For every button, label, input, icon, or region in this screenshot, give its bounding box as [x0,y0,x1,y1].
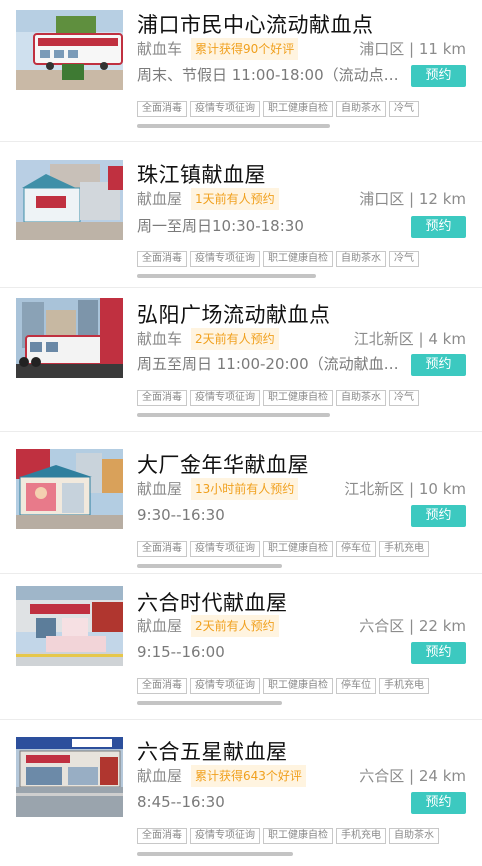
site-meta-row: 献血屋 累计获得643个好评 六合区 | 24 km [137,764,466,788]
location-distance: 江北新区 | 4 km [353,330,466,348]
site-kind: 献血车 [137,40,183,58]
status-badge: 13小时前有人预约 [191,478,299,500]
site-meta-row: 献血车 累计获得90个好评 浦口区 | 11 km [137,37,466,61]
site-card[interactable]: 大厂金年华献血屋 献血屋 13小时前有人预约 江北新区 | 10 km 9:30… [0,432,482,574]
feature-tags: 全面消毒 疫情专项征询 职工健康自检 手机充电 自助茶水 [137,828,452,844]
feature-tag: 职工健康自检 [263,541,333,557]
site-kind: 献血屋 [137,767,183,785]
book-button[interactable]: 预约 [411,216,466,238]
opening-hours: 周一至周日10:30-18:30 [137,217,304,235]
site-card[interactable]: 六合五星献血屋 献血屋 累计获得643个好评 六合区 | 24 km 8:45-… [0,720,482,866]
location-distance: 六合区 | 22 km [359,617,466,635]
feature-tag: 职工健康自检 [263,828,333,844]
status-badge: 2天前有人预约 [191,328,279,350]
site-title[interactable]: 六合时代献血屋 [137,587,288,617]
feature-tag: 疫情专项征询 [190,390,260,406]
tags-scrollbar[interactable] [137,274,316,278]
opening-hours: 8:45--16:30 [137,793,225,811]
feature-tag: 职工健康自检 [263,390,333,406]
site-meta-row: 献血屋 2天前有人预约 六合区 | 22 km [137,614,466,638]
feature-tag: 冷气 [389,101,419,117]
feature-tag: 疫情专项征询 [190,251,260,267]
feature-tag: 疫情专项征询 [190,678,260,694]
location-distance: 六合区 | 24 km [359,767,466,785]
tags-scrollbar[interactable] [137,701,282,705]
feature-tag: 停车位 [336,541,376,557]
feature-tag: 自助茶水 [336,251,386,267]
feature-tag: 手机充电 [379,541,429,557]
site-kind: 献血屋 [137,480,183,498]
site-kind: 献血车 [137,330,183,348]
feature-tag: 职工健康自检 [263,678,333,694]
feature-tag: 手机充电 [336,828,386,844]
location-distance: 江北新区 | 10 km [344,480,466,498]
site-title[interactable]: 珠江镇献血屋 [137,159,266,189]
site-photo [16,737,123,817]
feature-tag: 疫情专项征询 [190,828,260,844]
feature-tag: 自助茶水 [389,828,439,844]
book-button[interactable]: 预约 [411,642,466,664]
feature-tag: 全面消毒 [137,828,187,844]
site-card[interactable]: 六合时代献血屋 献血屋 2天前有人预约 六合区 | 22 km 9:15--16… [0,574,482,720]
site-kind: 献血屋 [137,617,183,635]
location-distance: 浦口区 | 11 km [359,40,466,58]
feature-tag: 全面消毒 [137,678,187,694]
tags-scrollbar[interactable] [137,852,293,856]
feature-tag: 全面消毒 [137,390,187,406]
book-button[interactable]: 预约 [411,792,466,814]
status-badge: 累计获得643个好评 [191,765,306,787]
site-card[interactable]: 浦口市民中心流动献血点 献血车 累计获得90个好评 浦口区 | 11 km 周末… [0,0,482,142]
feature-tag: 职工健康自检 [263,251,333,267]
feature-tag: 冷气 [389,251,419,267]
tags-scrollbar[interactable] [137,124,330,128]
site-title[interactable]: 六合五星献血屋 [137,736,288,766]
feature-tag: 疫情专项征询 [190,541,260,557]
feature-tag: 疫情专项征询 [190,101,260,117]
tags-scrollbar[interactable] [137,564,282,568]
site-photo [16,10,123,90]
location-distance: 浦口区 | 12 km [359,190,466,208]
site-kind: 献血屋 [137,190,183,208]
book-button[interactable]: 预约 [411,505,466,527]
feature-tag: 自助茶水 [336,101,386,117]
feature-tags: 全面消毒 疫情专项征询 职工健康自检 停车位 手机充电 [137,541,452,557]
site-title[interactable]: 大厂金年华献血屋 [137,449,309,479]
site-title[interactable]: 浦口市民中心流动献血点 [137,9,374,39]
site-photo [16,449,123,529]
feature-tag: 自助茶水 [336,390,386,406]
site-list: 浦口市民中心流动献血点 献血车 累计获得90个好评 浦口区 | 11 km 周末… [0,0,482,866]
opening-hours: 周末、节假日 11:00-18:00（流动点… [137,66,399,84]
site-photo [16,298,123,378]
feature-tag: 手机充电 [379,678,429,694]
book-button[interactable]: 预约 [411,354,466,376]
site-meta-row: 献血屋 13小时前有人预约 江北新区 | 10 km [137,477,466,501]
feature-tags: 全面消毒 疫情专项征询 职工健康自检 自助茶水 冷气 [137,390,452,406]
site-photo [16,160,123,240]
feature-tag: 全面消毒 [137,541,187,557]
feature-tag: 职工健康自检 [263,101,333,117]
opening-hours: 9:15--16:00 [137,643,225,661]
book-button[interactable]: 预约 [411,65,466,87]
feature-tags: 全面消毒 疫情专项征询 职工健康自检 自助茶水 冷气 [137,251,452,267]
feature-tag: 停车位 [336,678,376,694]
site-title[interactable]: 弘阳广场流动献血点 [137,299,331,329]
site-meta-row: 献血车 2天前有人预约 江北新区 | 4 km [137,327,466,351]
status-badge: 2天前有人预约 [191,615,279,637]
status-badge: 累计获得90个好评 [191,38,299,60]
site-photo [16,586,123,666]
opening-hours: 周五至周日 11:00-20:00（流动献血… [137,355,399,373]
feature-tags: 全面消毒 疫情专项征询 职工健康自检 自助茶水 冷气 [137,101,452,117]
feature-tag: 全面消毒 [137,101,187,117]
opening-hours: 9:30--16:30 [137,506,225,524]
site-meta-row: 献血屋 1天前有人预约 浦口区 | 12 km [137,187,466,211]
tags-scrollbar[interactable] [137,413,330,417]
feature-tag: 冷气 [389,390,419,406]
feature-tags: 全面消毒 疫情专项征询 职工健康自检 停车位 手机充电 [137,678,452,694]
status-badge: 1天前有人预约 [191,188,279,210]
site-card[interactable]: 弘阳广场流动献血点 献血车 2天前有人预约 江北新区 | 4 km 周五至周日 … [0,288,482,432]
site-card[interactable]: 珠江镇献血屋 献血屋 1天前有人预约 浦口区 | 12 km 周一至周日10:3… [0,142,482,288]
feature-tag: 全面消毒 [137,251,187,267]
